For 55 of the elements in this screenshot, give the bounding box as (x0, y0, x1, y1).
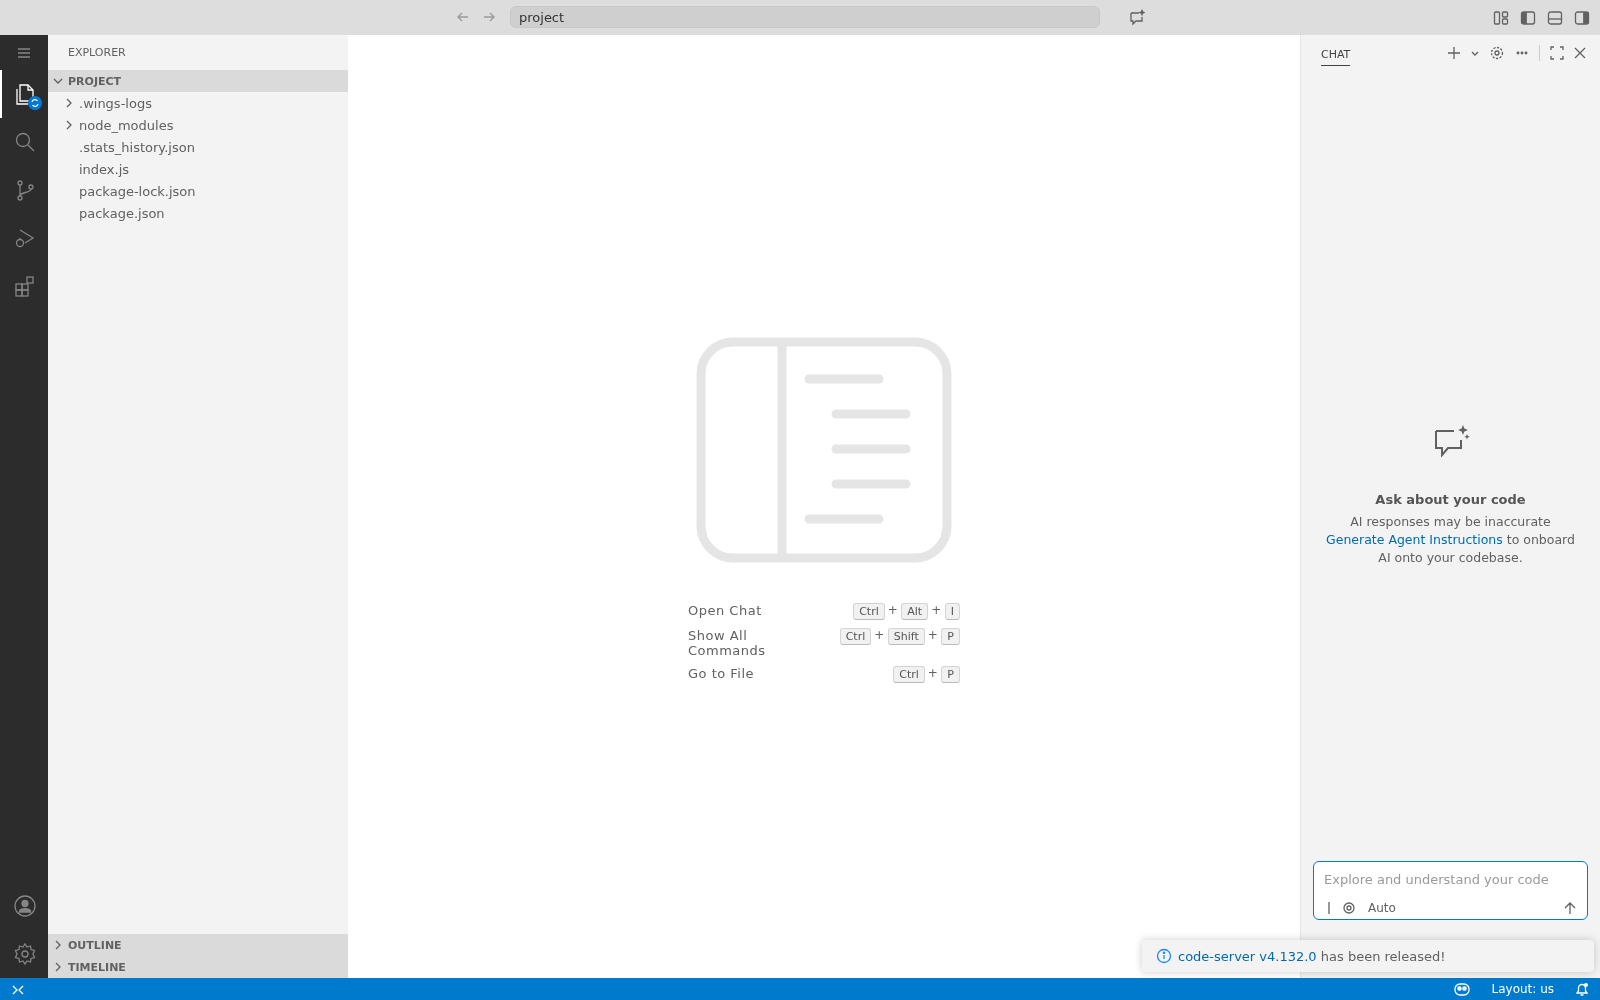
maximize-icon[interactable] (1550, 45, 1564, 60)
mode-picker[interactable]: Auto (1368, 901, 1396, 915)
disclaimer-text: AI responses may be inaccurate (1350, 513, 1551, 531)
section-header[interactable]: OUTLINE (48, 934, 348, 956)
keyboard-key: Ctrl (893, 666, 925, 683)
file-item[interactable]: package-lock.json (48, 180, 348, 202)
chat-input-field[interactable]: Explore and understand your code Auto (1313, 861, 1588, 920)
plus-icon[interactable] (1447, 45, 1461, 60)
account-icon (13, 894, 37, 918)
keyboard-key: Ctrl (839, 628, 872, 645)
settings-icon (13, 942, 37, 966)
chat-tab[interactable]: CHAT (1321, 39, 1351, 66)
keyboard-key: Ctrl (853, 603, 885, 620)
customize-layout-icon[interactable] (1493, 9, 1509, 26)
keyboard-key: P (941, 628, 960, 645)
keyboard-key: Shift (887, 628, 925, 645)
keyboard-layout-item[interactable]: Layout: us (1481, 982, 1564, 996)
file-item[interactable]: index.js (48, 158, 348, 180)
onboarding-text: Generate Agent Instructions to onboard AI onto your codebase. (1325, 531, 1576, 567)
shortcut-label: Go to File (688, 666, 756, 683)
file-item[interactable]: .stats_history.json (48, 136, 348, 158)
keyboard-key: I (944, 603, 960, 620)
shortcut-label: Open Chat (688, 603, 763, 620)
project-section-header[interactable]: PROJECT (48, 70, 348, 92)
sidebar-title: EXPLORER (68, 46, 126, 59)
keyboard-key: Alt (901, 603, 929, 620)
files-icon (13, 82, 37, 106)
shortcut-label: Show All Commands (688, 628, 767, 658)
chat-heading: Ask about your code (1375, 492, 1526, 507)
sidebar-layout-icon[interactable] (1520, 9, 1536, 26)
plus-sign: + (887, 603, 899, 617)
settings-icon[interactable] (1489, 44, 1505, 61)
plus-sign: + (927, 666, 939, 680)
folder-item[interactable]: .wings-logs (48, 92, 348, 114)
panel-layout-icon[interactable] (1547, 9, 1563, 26)
section-header[interactable]: TIMELINE (48, 956, 348, 978)
folder-item[interactable]: node_modules (48, 114, 348, 136)
release-link[interactable]: code-server v4.132.0 (1178, 948, 1317, 964)
search-icon (13, 130, 37, 154)
send-icon[interactable] (1563, 901, 1577, 915)
command-center-search[interactable]: project (510, 6, 1100, 28)
bell-icon[interactable] (1574, 981, 1590, 997)
secondary-layout-icon[interactable] (1574, 9, 1590, 26)
agent-instructions-link[interactable]: Generate Agent Instructions (1326, 532, 1503, 547)
info-icon (1156, 948, 1172, 964)
file-item[interactable]: package.json (48, 202, 348, 224)
plus-sign: + (874, 628, 885, 642)
notification-message: code-server v4.132.0 has been released! (1178, 948, 1446, 964)
plus-sign: + (931, 603, 942, 617)
sync-badge-icon (28, 96, 42, 110)
chat-sparkle-icon[interactable] (1128, 8, 1145, 26)
close-icon[interactable] (1574, 46, 1586, 59)
plus-sign: + (927, 628, 939, 642)
keyboard-key: P (941, 666, 960, 683)
blocks-icon (13, 274, 37, 298)
